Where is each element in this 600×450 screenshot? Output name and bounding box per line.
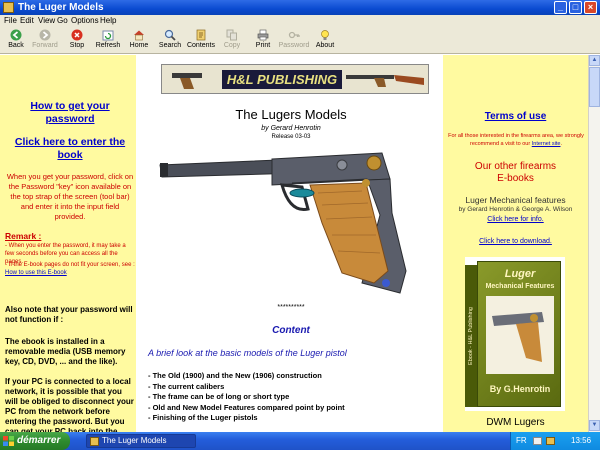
terms-text: For all those interested in the firearms… bbox=[448, 133, 584, 147]
windows-logo-icon bbox=[3, 436, 14, 446]
cover-subtitle: Mechanical Features bbox=[485, 283, 555, 290]
password-warning: Also note that your password will not fu… bbox=[5, 305, 133, 324]
window-title: The Luger Models bbox=[18, 2, 104, 13]
list-item: - Old and New Model Features compared po… bbox=[148, 402, 345, 412]
right-sidebar: Terms of use For all those interested in… bbox=[443, 55, 588, 432]
list-item: - Finishing of the Luger pistols bbox=[148, 413, 258, 422]
menu-edit[interactable]: Edit bbox=[20, 15, 34, 27]
language-indicator[interactable]: FR bbox=[516, 432, 527, 450]
download-link[interactable]: Click here to download. bbox=[443, 237, 588, 246]
list-item: - The current calibers bbox=[148, 381, 225, 391]
cover-pistol-icon bbox=[486, 296, 554, 374]
main-column: The Lugers Models by Gerard Henrotin Rel… bbox=[142, 103, 440, 432]
banner-title: H&L PUBLISHING bbox=[222, 70, 342, 89]
enter-book-link[interactable]: Click here to enter the book bbox=[6, 136, 134, 162]
pistol-icon bbox=[172, 73, 202, 89]
refresh-icon bbox=[102, 30, 114, 41]
publisher-banner: H&L PUBLISHING bbox=[161, 64, 429, 94]
how-to-use-link[interactable]: How to use this E-book bbox=[5, 270, 67, 276]
lightbulb-icon bbox=[321, 30, 329, 40]
content-list: - The Old (1900) and the New (1906) cons… bbox=[148, 371, 438, 424]
forward-arrow-icon bbox=[39, 29, 51, 41]
content-heading: Content bbox=[272, 325, 310, 336]
content-intro: A brief look at the basic models of the … bbox=[148, 348, 347, 358]
taskbar-item-luger-models[interactable]: The Luger Models bbox=[86, 434, 196, 448]
carbine-icon bbox=[346, 75, 424, 87]
book-cover[interactable]: Luger Mechanical Features By G.Henrotin … bbox=[465, 257, 565, 411]
minimize-button[interactable]: _ bbox=[554, 1, 567, 14]
menu-go[interactable]: Go bbox=[57, 15, 68, 27]
password-instructions: When you get your password, click on the… bbox=[6, 172, 134, 221]
removable-media-note: The ebook is installed in a removable me… bbox=[5, 337, 126, 366]
internet-site-link[interactable]: Internet site bbox=[532, 141, 561, 147]
back-arrow-icon bbox=[10, 29, 22, 41]
about-button[interactable]: About bbox=[310, 29, 340, 53]
maximize-button[interactable]: □ bbox=[569, 1, 582, 14]
separator-stars: ********** bbox=[277, 304, 305, 311]
scroll-thumb[interactable] bbox=[589, 67, 600, 107]
menu-help[interactable]: Help bbox=[100, 15, 116, 27]
key-icon bbox=[288, 31, 300, 39]
network-icon[interactable] bbox=[533, 437, 542, 445]
clock: 13:56 bbox=[571, 436, 592, 445]
taskbar: démarrer The Luger Models FR 13:56 bbox=[0, 432, 600, 450]
terms-of-use-link[interactable]: Terms of use bbox=[443, 111, 588, 123]
book-authors: by Gerard Henrotin & George A. Wilson bbox=[458, 206, 573, 213]
title-bar: The Luger Models _ □ × bbox=[0, 0, 600, 15]
cover-author: By G.Henrotin bbox=[489, 384, 551, 394]
copy-icon bbox=[226, 29, 237, 41]
printer-icon bbox=[257, 29, 269, 41]
page-content: H&L PUBLISHING How to get your password … bbox=[0, 55, 588, 432]
release-line: Release 03-03 bbox=[271, 134, 311, 140]
remark-note-2: - If the E-book pages do not fit your sc… bbox=[5, 262, 135, 276]
contents-icon bbox=[196, 29, 206, 41]
menu-file[interactable]: File bbox=[4, 15, 17, 27]
start-button[interactable]: démarrer bbox=[0, 432, 70, 450]
app-icon bbox=[90, 437, 99, 446]
vertical-scrollbar[interactable]: ▲ ▼ bbox=[588, 55, 600, 432]
info-link[interactable]: Click here for info. bbox=[443, 215, 588, 224]
menu-options[interactable]: Options bbox=[71, 15, 99, 27]
scroll-down-icon[interactable]: ▼ bbox=[589, 420, 600, 431]
scroll-up-icon[interactable]: ▲ bbox=[589, 55, 600, 66]
book-title: Luger Mechanical features bbox=[465, 195, 566, 205]
close-button[interactable]: × bbox=[584, 1, 597, 14]
page-title: The Lugers Models bbox=[235, 107, 347, 122]
left-sidebar: How to get your password Click here to e… bbox=[0, 55, 136, 432]
menu-bar: File Edit View Go Options Help bbox=[0, 15, 600, 27]
menu-view[interactable]: View bbox=[38, 15, 55, 27]
cover-title: Luger bbox=[504, 268, 536, 280]
volume-icon[interactable] bbox=[546, 437, 555, 445]
dwm-lugers-heading: DWM Lugers bbox=[486, 417, 545, 428]
browser-window: The Luger Models _ □ × File Edit View Go… bbox=[0, 0, 600, 450]
app-icon bbox=[3, 2, 14, 13]
system-tray: FR 13:56 bbox=[510, 432, 600, 450]
cover-spine: Ebook - H&L Publishing bbox=[465, 265, 477, 407]
network-note: If your PC is connected to a local netwo… bbox=[5, 377, 134, 432]
stop-icon bbox=[71, 29, 83, 41]
remark-title: Remark : bbox=[5, 231, 42, 241]
list-item: - The frame can be of long or short type bbox=[148, 392, 290, 401]
search-icon bbox=[164, 29, 176, 41]
other-ebooks-heading: Our other firearms E-books bbox=[474, 161, 557, 184]
home-icon bbox=[134, 30, 144, 41]
toolbar: Back Forward Stop Refresh Home Search Co… bbox=[0, 27, 600, 54]
list-item: - The Old (1900) and the New (1906) cons… bbox=[148, 371, 322, 380]
luger-pistol-illustration bbox=[159, 152, 407, 294]
password-link[interactable]: How to get your password bbox=[6, 100, 134, 126]
author-line: by Gerard Henrotin bbox=[261, 125, 321, 132]
